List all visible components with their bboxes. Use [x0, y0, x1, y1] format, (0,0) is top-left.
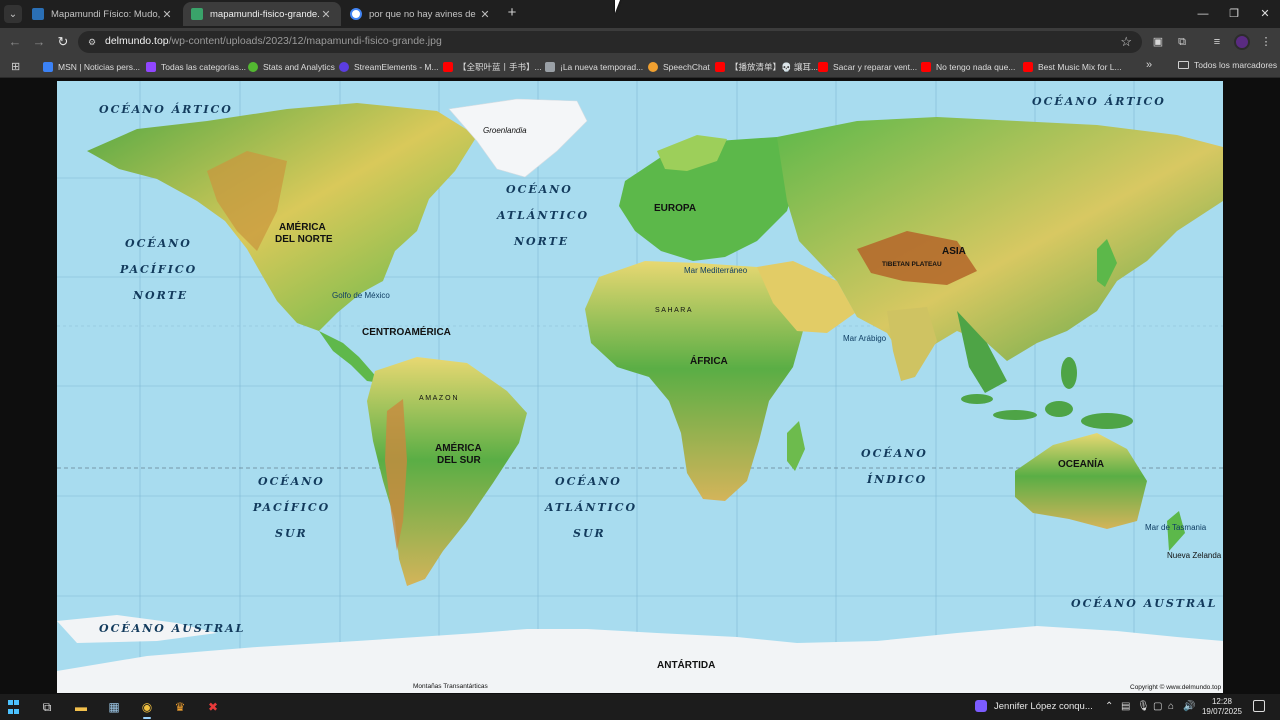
browser-toolbar: ← → ↻ ⚙ delmundo.top/wp-content/uploads/…	[0, 28, 1280, 56]
bookmark-item[interactable]: Best Music Mix for L...	[1023, 60, 1122, 74]
notifications-icon[interactable]	[1253, 700, 1265, 712]
page-content: OCÉANO ÁRTICO OCÉANO ÁRTICO OCÉANO PACÍF…	[0, 79, 1280, 694]
back-icon[interactable]: ←	[6, 33, 24, 51]
microphone-icon[interactable]: 🎙	[1137, 701, 1150, 712]
tab-title: Mapamundi Físico: Mudo, para	[51, 8, 160, 20]
tray-overflow-icon[interactable]: ⌃	[1105, 701, 1113, 712]
folder-icon	[1178, 61, 1189, 69]
bookmark-item[interactable]: Sacar y reparar vent...	[818, 60, 917, 74]
tab-strip: ⌄ Mapamundi Físico: Mudo, para ✕ mapamun…	[0, 0, 1280, 28]
site-info-icon[interactable]: ⚙	[86, 36, 98, 48]
bookmark-item[interactable]: MSN | Noticias pers...	[43, 60, 140, 74]
bookmark-item[interactable]: StreamElements - M...	[339, 60, 439, 74]
youtube-icon	[715, 62, 725, 72]
minimize-button[interactable]: —	[1188, 4, 1218, 24]
volume-icon[interactable]: 🔊	[1183, 701, 1195, 712]
tray-app-icon[interactable]: ▤	[1121, 701, 1130, 712]
more-bookmarks-button[interactable]: »	[1146, 59, 1152, 71]
tab-mapamundi-fisico[interactable]: Mapamundi Físico: Mudo, para ✕	[24, 2, 182, 26]
game-launcher-icon[interactable]: ♛	[171, 698, 189, 716]
stats-icon	[248, 62, 258, 72]
world-map-image[interactable]: OCÉANO ÁRTICO OCÉANO ÁRTICO OCÉANO PACÍF…	[57, 81, 1223, 693]
reading-list-icon[interactable]: ≡	[1209, 34, 1225, 50]
bookmark-item[interactable]: No tengo nada que...	[921, 60, 1015, 74]
app-icon[interactable]: ▦	[105, 698, 123, 716]
youtube-icon	[921, 62, 931, 72]
youtube-icon	[1023, 62, 1033, 72]
app-red-icon[interactable]: ✖	[204, 698, 222, 716]
clock[interactable]: 12:28 19/07/2025	[1196, 697, 1248, 717]
north-america-landmass	[87, 103, 477, 331]
tab-favicon-icon	[32, 8, 44, 20]
bookmark-item[interactable]: SpeechChat	[648, 60, 710, 74]
central-america-landmass	[319, 331, 381, 383]
apps-grid-icon[interactable]: ⊞	[11, 60, 20, 73]
close-tab-icon[interactable]: ✕	[319, 8, 333, 21]
restore-button[interactable]: ❐	[1219, 4, 1249, 24]
map-drawing	[57, 81, 1223, 693]
media-widget[interactable]: Jennifer López conqu...	[975, 700, 1093, 712]
network-icon[interactable]: ⌂	[1168, 701, 1174, 712]
twitch-icon	[146, 62, 156, 72]
close-tab-icon[interactable]: ✕	[160, 8, 174, 21]
tab-favicon-icon	[191, 8, 203, 20]
close-window-button[interactable]: ✕	[1250, 4, 1280, 24]
url-text[interactable]: delmundo.top/wp-content/uploads/2023/12/…	[105, 35, 442, 47]
reload-icon[interactable]: ↻	[54, 33, 72, 51]
tab-mapamundi-image[interactable]: mapamundi-fisico-grande.jpg ✕	[183, 2, 341, 26]
bookmark-item[interactable]: ¡La nueva temporad...	[545, 60, 643, 74]
streamelements-icon	[339, 62, 349, 72]
india-landmass	[887, 307, 937, 381]
speechchat-icon	[648, 62, 658, 72]
msn-icon	[43, 62, 53, 72]
google-icon	[350, 8, 362, 20]
bookmarks-bar: ⊞ MSN | Noticias pers... Todas las categ…	[0, 56, 1280, 78]
windows-start-icon[interactable]	[7, 698, 19, 716]
menu-icon[interactable]: ⋮	[1258, 34, 1274, 50]
translate-icon[interactable]: ▣	[1150, 34, 1166, 50]
forward-icon[interactable]: →	[30, 33, 48, 51]
madagascar-landmass	[787, 421, 805, 471]
africa-landmass	[585, 261, 803, 501]
bookmark-item[interactable]: 【全职叶蓝丨手书】...	[443, 60, 542, 74]
chrome-icon[interactable]: ◉	[138, 698, 156, 719]
page-icon	[545, 62, 555, 72]
tab-title: por que no hay avines de latina	[369, 8, 478, 20]
youtube-icon	[443, 62, 453, 72]
bookmark-item[interactable]: Todas las categorías...	[146, 60, 246, 74]
extensions-icon[interactable]: ⧉	[1174, 34, 1190, 50]
profile-avatar[interactable]	[1234, 34, 1250, 50]
mouse-cursor-icon	[615, 0, 625, 13]
bookmark-item[interactable]: 【播放清单】💀 讓耳...	[715, 60, 818, 74]
bookmark-star-icon[interactable]: ☆	[1120, 34, 1132, 50]
media-app-icon	[975, 700, 987, 712]
task-view-icon[interactable]: ⧉	[38, 698, 56, 716]
windows-taskbar: ⧉ ▬ ▦ ◉ ♛ ✖ Jennifer López conqu... ⌃ ▤ …	[0, 694, 1280, 720]
tab-search-icon[interactable]: ⌄	[4, 5, 22, 23]
new-zealand-landmass	[1167, 511, 1185, 551]
tab-google-search[interactable]: por que no hay avines de latina ✕	[342, 2, 500, 26]
antarctica-landmass	[57, 626, 1223, 693]
close-tab-icon[interactable]: ✕	[478, 8, 492, 21]
address-bar[interactable]: ⚙ delmundo.top/wp-content/uploads/2023/1…	[78, 31, 1142, 53]
all-bookmarks-button[interactable]: Todos los marcadores	[1178, 60, 1277, 70]
new-tab-button[interactable]: +	[504, 5, 520, 21]
youtube-icon	[818, 62, 828, 72]
bookmark-item[interactable]: Stats and Analytics	[248, 60, 335, 74]
file-explorer-icon[interactable]: ▬	[72, 698, 90, 716]
tab-title: mapamundi-fisico-grande.jpg	[210, 8, 319, 20]
tray-display-icon[interactable]: ▢	[1153, 701, 1162, 712]
asia-landmass	[777, 117, 1223, 361]
